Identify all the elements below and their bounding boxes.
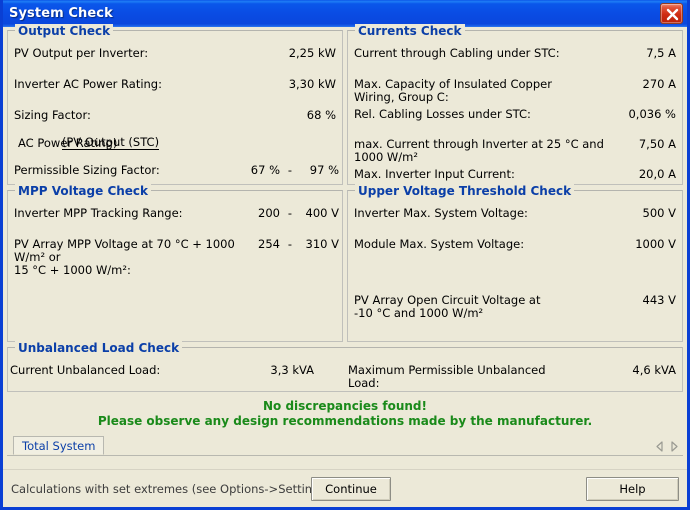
window-title: System Check (9, 6, 113, 21)
sizing-factor-denominator: AC Power Rating) (18, 136, 118, 150)
group-currents-check: Currents Check Current through Cabling u… (347, 24, 683, 185)
group-legend-unbalanced-load-check: Unbalanced Load Check (15, 341, 183, 355)
group-unbalanced-load-check: Unbalanced Load Check Current Unbalanced… (7, 341, 683, 392)
label-inverter-ac-power-rating: Inverter AC Power Rating: (14, 77, 162, 91)
value-permissible-sizing-factor-min: 67 % (250, 163, 280, 177)
inverter-mpp-tracking-range-dash: - (287, 206, 293, 220)
group-upper-voltage-threshold-check: Upper Voltage Threshold Check Inverter M… (347, 184, 683, 342)
value-pv-array-mpp-voltage-max: 310 V (305, 237, 339, 251)
calculation-hint: Calculations with set extremes (see Opti… (11, 481, 330, 496)
value-pv-array-mpp-voltage-min: 254 (258, 237, 280, 251)
label-current-unbalanced-load: Current Unbalanced Load: (10, 363, 161, 377)
group-output-check: Output Check PV Output per Inverter: 2,2… (7, 24, 343, 185)
client-area: Output Check PV Output per Inverter: 2,2… (3, 24, 687, 507)
label-inverter-mpp-tracking-range: Inverter MPP Tracking Range: (14, 206, 183, 220)
status-message-line-2: Please observe any design recommendation… (97, 414, 593, 428)
tab-scroll-arrows (655, 441, 679, 452)
label-max-inverter-input-current: Max. Inverter Input Current: (354, 167, 515, 181)
panel-row-middle: MPP Voltage Check Inverter MPP Tracking … (7, 184, 683, 342)
permissible-sizing-factor-dash: - (287, 163, 293, 177)
label-pv-array-mpp-voltage: PV Array MPP Voltage at 70 °C + 1000 W/m… (14, 237, 235, 277)
label-pv-output-per-inverter: PV Output per Inverter: (14, 46, 149, 60)
value-permissible-sizing-factor-max: 97 % (309, 163, 339, 177)
value-inverter-max-system-voltage: 500 V (642, 206, 676, 220)
label-current-through-cabling-stc: Current through Cabling under STC: (354, 46, 560, 60)
label-permissible-sizing-factor: Permissible Sizing Factor: (14, 163, 160, 177)
label-sizing-factor: Sizing Factor: (14, 108, 91, 122)
label-module-max-system-voltage: Module Max. System Voltage: (354, 237, 525, 251)
label-max-capacity-insulated-copper: Max. Capacity of Insulated Copper Wiring… (354, 77, 552, 104)
value-max-inverter-input-current: 20,0 A (638, 167, 676, 181)
tab-total-system-label: Total System (22, 439, 96, 453)
triangle-right-icon[interactable] (670, 441, 679, 452)
label-maximum-permissible-unbalanced-load: Maximum Permissible Unbalanced Load: (348, 363, 546, 390)
status-message-line-1: No discrepancies found! (262, 399, 427, 413)
value-max-capacity-insulated-copper: 270 A (642, 77, 676, 91)
value-sizing-factor: 68 % (306, 108, 336, 122)
label-max-current-through-inverter: max. Current through Inverter at 25 °C a… (354, 137, 604, 164)
value-pv-output-per-inverter: 2,25 kW (288, 46, 336, 60)
group-legend-mpp-voltage-check: MPP Voltage Check (15, 184, 152, 198)
tab-strip: Total System (7, 435, 683, 456)
value-inverter-ac-power-rating: 3,30 kW (288, 77, 336, 91)
value-max-current-through-inverter: 7,50 A (638, 137, 676, 151)
continue-button[interactable]: Continue (311, 476, 391, 501)
triangle-left-icon[interactable] (655, 441, 664, 452)
value-current-unbalanced-load: 3,3 kVA (270, 363, 314, 377)
close-icon[interactable] (660, 3, 683, 24)
panels-container: Output Check PV Output per Inverter: 2,2… (3, 24, 687, 429)
value-pv-array-open-circuit-voltage: 443 V (642, 293, 676, 307)
value-inverter-mpp-tracking-range-min: 200 (258, 206, 280, 220)
panel-row-top: Output Check PV Output per Inverter: 2,2… (7, 24, 683, 185)
pv-array-mpp-voltage-dash: - (287, 237, 293, 251)
group-legend-currents-check: Currents Check (355, 24, 465, 38)
label-inverter-max-system-voltage: Inverter Max. System Voltage: (354, 206, 528, 220)
help-button[interactable]: Help (586, 476, 679, 501)
value-current-through-cabling-stc: 7,5 A (646, 46, 676, 60)
bottom-bar: Calculations with set extremes (see Opti… (3, 469, 687, 507)
value-inverter-mpp-tracking-range-max: 400 V (305, 206, 339, 220)
value-rel-cabling-losses-stc: 0,036 % (628, 107, 676, 121)
group-legend-upper-voltage-threshold-check: Upper Voltage Threshold Check (355, 184, 575, 198)
value-maximum-permissible-unbalanced-load: 4,6 kVA (632, 363, 676, 377)
system-check-window: System Check Output Check PV Output per … (0, 0, 690, 510)
label-pv-array-open-circuit-voltage: PV Array Open Circuit Voltage at -10 °C … (354, 293, 541, 320)
label-rel-cabling-losses-stc: Rel. Cabling Losses under STC: (354, 107, 531, 121)
title-bar: System Check (3, 0, 687, 27)
value-module-max-system-voltage: 1000 V (635, 237, 676, 251)
group-legend-output-check: Output Check (15, 24, 114, 38)
tab-total-system[interactable]: Total System (13, 436, 105, 455)
group-mpp-voltage-check: MPP Voltage Check Inverter MPP Tracking … (7, 184, 343, 342)
status-message: No discrepancies found! Please observe a… (7, 392, 683, 429)
